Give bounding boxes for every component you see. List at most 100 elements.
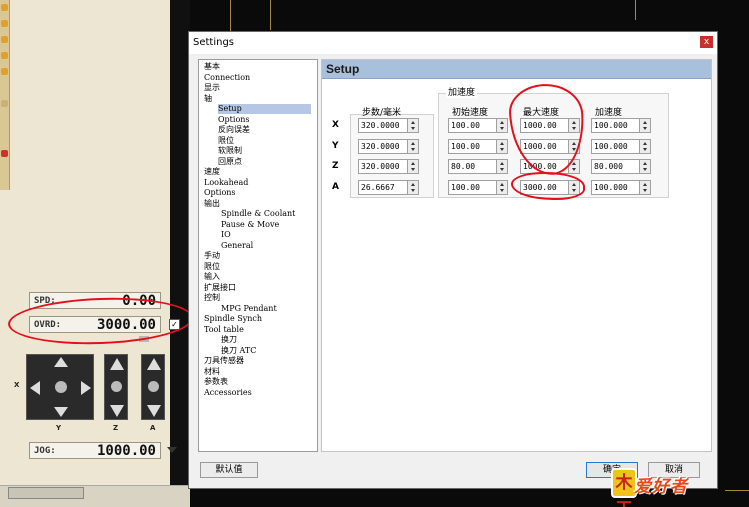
tool-icon[interactable] <box>1 36 8 43</box>
tree-item[interactable]: 刀具传感器 <box>204 356 244 366</box>
initial-speed-spinbox[interactable]: 100.00 <box>448 179 508 195</box>
tool-icon[interactable] <box>1 68 8 75</box>
tree-item[interactable]: MPG Pendant <box>221 304 277 314</box>
tree-item[interactable]: Setup <box>218 104 311 114</box>
close-button[interactable]: x <box>700 36 713 48</box>
tree-item[interactable]: 轴 <box>204 94 212 104</box>
spin-arrows-icon[interactable] <box>497 138 508 154</box>
tree-item[interactable]: 输出 <box>204 199 220 209</box>
xy-jog-pad[interactable] <box>26 354 94 420</box>
z-center-icon[interactable] <box>111 381 122 392</box>
steps-per-mm-spinbox[interactable]: 320.0000 <box>358 138 419 154</box>
spin-arrows-icon[interactable] <box>408 138 419 154</box>
z-jog-column[interactable] <box>104 354 128 420</box>
jog-left-icon[interactable] <box>30 381 40 395</box>
tree-item[interactable]: 换刀 <box>221 335 237 345</box>
toolbar-strip <box>0 0 10 190</box>
spin-arrows-icon[interactable] <box>497 118 508 133</box>
dialog-titlebar[interactable]: Settings x <box>189 32 717 54</box>
a-jog-column[interactable] <box>141 354 165 420</box>
spin-arrows-icon[interactable] <box>640 118 651 133</box>
steps-per-mm-spinbox[interactable]: 26.6667 <box>358 179 419 195</box>
default-values-button[interactable]: 默认值 <box>200 462 258 478</box>
acceleration-input[interactable]: 100.000 <box>591 179 640 195</box>
acceleration-spinbox[interactable]: 80.000 <box>591 159 651 174</box>
spin-arrows-icon[interactable] <box>408 159 419 174</box>
tree-item[interactable]: IO <box>221 230 231 240</box>
tree-item[interactable]: 材料 <box>204 367 220 377</box>
acceleration-input[interactable]: 100.000 <box>591 138 640 154</box>
tree-item[interactable]: 基本 <box>204 62 220 72</box>
spin-arrows-icon[interactable] <box>408 179 419 195</box>
spin-arrows-icon[interactable] <box>408 118 419 133</box>
tool-icon[interactable] <box>1 4 8 11</box>
tool-icon[interactable] <box>1 100 8 107</box>
initial-speed-spinbox[interactable]: 100.00 <box>448 118 508 133</box>
a-up-icon[interactable] <box>147 358 161 370</box>
tree-item[interactable]: 限位 <box>204 262 220 272</box>
spin-arrows-icon[interactable] <box>497 179 508 195</box>
steps-per-mm-input[interactable]: 320.0000 <box>358 159 408 174</box>
tree-item[interactable]: Connection <box>204 73 250 83</box>
initial-speed-input[interactable]: 100.00 <box>448 118 497 133</box>
settings-tree[interactable]: 基本 Connection 显示轴 Setup Options 反向误差 限位 软限制 回原点速… <box>198 59 318 452</box>
initial-speed-spinbox[interactable]: 80.00 <box>448 159 508 174</box>
a-center-icon[interactable] <box>148 381 159 392</box>
tree-item[interactable]: Lookahead <box>204 178 248 188</box>
tree-item[interactable]: 回原点 <box>218 157 242 167</box>
tree-item[interactable]: Spindle Synch <box>204 314 262 324</box>
acceleration-input[interactable]: 100.000 <box>591 118 640 133</box>
tree-item[interactable]: 手动 <box>204 251 220 261</box>
acceleration-input[interactable]: 80.000 <box>591 159 640 174</box>
a-down-icon[interactable] <box>147 405 161 417</box>
tool-icon[interactable] <box>1 20 8 27</box>
jog-down-icon[interactable] <box>54 407 68 417</box>
spin-arrows-icon[interactable] <box>640 138 651 154</box>
jog-up-icon[interactable] <box>54 357 68 367</box>
tree-item[interactable]: 速度 <box>204 167 220 177</box>
acceleration-spinbox[interactable]: 100.000 <box>591 179 651 195</box>
initial-speed-input[interactable]: 100.00 <box>448 179 497 195</box>
tree-item[interactable]: Options <box>204 188 236 198</box>
steps-per-mm-input[interactable]: 26.6667 <box>358 179 408 195</box>
acceleration-spinbox[interactable]: 100.000 <box>591 138 651 154</box>
steps-per-mm-input[interactable]: 320.0000 <box>358 118 408 133</box>
spin-arrows-icon[interactable] <box>640 179 651 195</box>
tree-item[interactable]: 输入 <box>204 272 220 282</box>
initial-speed-input[interactable]: 100.00 <box>448 138 497 154</box>
tree-item[interactable]: 控制 <box>204 293 220 303</box>
initial-speed-input[interactable]: 80.00 <box>448 159 497 174</box>
tree-item[interactable]: General <box>221 241 253 251</box>
jog-right-icon[interactable] <box>81 381 91 395</box>
z-axis-label: Z <box>113 424 119 432</box>
tree-item[interactable]: Options <box>218 115 250 125</box>
tool-icon[interactable] <box>1 150 8 157</box>
status-field[interactable] <box>8 487 84 499</box>
jog-readout[interactable]: JOG: 1000.00 <box>29 442 161 459</box>
steps-per-mm-spinbox[interactable]: 320.0000 <box>358 118 419 133</box>
steps-per-mm-input[interactable]: 320.0000 <box>358 138 408 154</box>
tree-item[interactable]: Accessories <box>204 388 252 398</box>
tree-item[interactable]: 软限制 <box>218 146 242 156</box>
tree-item[interactable]: 扩展接口 <box>204 283 236 293</box>
tree-item[interactable]: 参数表 <box>204 377 228 387</box>
tree-item[interactable]: 反向误差 <box>218 125 250 135</box>
tree-item[interactable]: Tool table <box>204 325 244 335</box>
tree-item[interactable]: Pause & Move <box>221 220 279 230</box>
tree-item[interactable]: Spindle & Coolant <box>221 209 295 219</box>
spin-arrows-icon[interactable] <box>497 159 508 174</box>
tree-item[interactable]: 显示 <box>204 83 220 93</box>
acceleration-spinbox[interactable]: 100.000 <box>591 118 651 133</box>
jog-dropdown-icon[interactable] <box>167 447 177 453</box>
z-down-icon[interactable] <box>110 405 124 417</box>
spin-arrows-icon[interactable] <box>640 159 651 174</box>
tool-icon[interactable] <box>1 52 8 59</box>
col-header-steps: 步数/毫米 <box>362 108 402 118</box>
jog-center-icon[interactable] <box>55 381 67 393</box>
tree-item[interactable]: 限位 <box>218 136 234 146</box>
z-up-icon[interactable] <box>110 358 124 370</box>
initial-speed-spinbox[interactable]: 100.00 <box>448 138 508 154</box>
col-header-initial-speed: 初始速度 <box>452 108 489 118</box>
tree-item[interactable]: 换刀 ATC <box>221 346 256 356</box>
steps-per-mm-spinbox[interactable]: 320.0000 <box>358 159 419 174</box>
